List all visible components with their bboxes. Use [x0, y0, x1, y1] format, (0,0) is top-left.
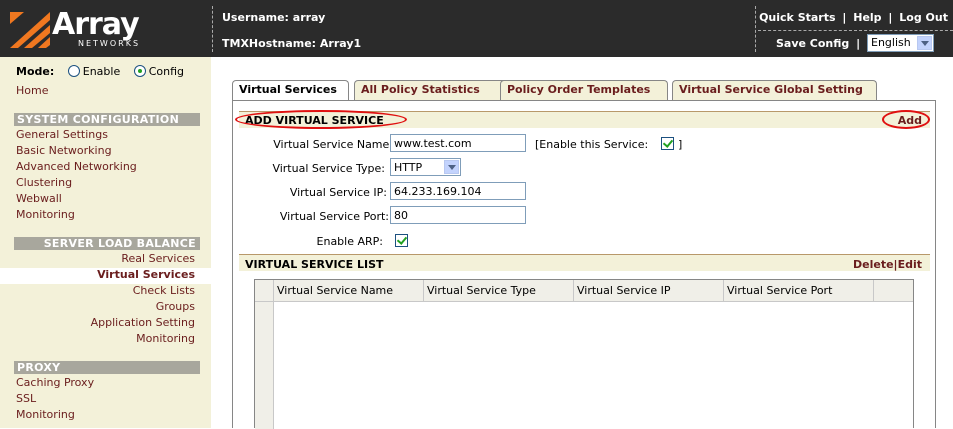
header-dashed-divider — [758, 30, 953, 31]
header-divider — [212, 6, 213, 52]
link-separator: | — [856, 37, 861, 50]
virtual-service-port-input[interactable]: 80 — [390, 206, 526, 224]
sidebar-item-ssl[interactable]: SSL — [16, 392, 36, 405]
header-links: Quick Starts | Help | Log Out — [759, 11, 948, 24]
language-value: English — [871, 36, 911, 49]
sidebar-section-server-load-balance: SERVER LOAD BALANCE — [14, 237, 200, 250]
language-select[interactable]: English — [867, 34, 934, 52]
sidebar-item-check-lists[interactable]: Check Lists — [133, 284, 195, 297]
sidebar-item-home[interactable]: Home — [16, 84, 48, 97]
help-link[interactable]: Help — [853, 11, 881, 24]
sidebar-item-slb-monitoring[interactable]: Monitoring — [136, 332, 195, 345]
mode-selector: Mode: Enable Config — [16, 65, 184, 78]
sidebar-item-caching-proxy[interactable]: Caching Proxy — [16, 376, 94, 389]
virtual-service-type-select[interactable]: HTTP — [390, 158, 461, 176]
enable-arp-label: Enable ARP: — [316, 235, 383, 248]
logo-brand-subtext: NETWORKS — [78, 39, 141, 48]
table-corner — [255, 280, 274, 302]
sidebar-section-proxy: PROXY — [14, 361, 200, 374]
quick-starts-link[interactable]: Quick Starts — [759, 11, 835, 24]
sidebar-item-advanced-networking[interactable]: Advanced Networking — [16, 160, 137, 173]
list-actions: Delete|Edit — [853, 258, 922, 271]
tab-virtual-service-global-setting[interactable]: Virtual Service Global Setting — [672, 80, 877, 100]
table-header: Virtual Service Name Virtual Service Typ… — [255, 280, 913, 302]
virtual-service-name-input[interactable]: www.test.com — [390, 134, 526, 152]
logout-link[interactable]: Log Out — [899, 11, 948, 24]
highlight-ring-add-button — [882, 110, 930, 129]
sidebar-item-webwall[interactable]: Webwall — [16, 192, 62, 205]
sidebar-item-clustering[interactable]: Clustering — [16, 176, 72, 189]
enable-arp-checkbox[interactable] — [395, 234, 408, 247]
header-divider-right — [755, 6, 756, 52]
mode-config-label[interactable]: Config — [149, 65, 184, 78]
username-label: Username: array — [222, 11, 326, 24]
mode-label: Mode: — [16, 65, 55, 78]
mode-enable-radio[interactable] — [67, 65, 80, 77]
sidebar-item-monitoring[interactable]: Monitoring — [16, 208, 75, 221]
sidebar-item-groups[interactable]: Groups — [156, 300, 195, 313]
virtual-service-ip-input[interactable]: 64.233.169.104 — [390, 182, 526, 200]
mode-enable-label[interactable]: Enable — [83, 65, 120, 78]
column-header-virtual-service-type[interactable]: Virtual Service Type — [424, 280, 574, 302]
tab-virtual-services[interactable]: Virtual Services — [232, 80, 349, 101]
mode-config-radio[interactable] — [133, 65, 146, 77]
logo-mark-icon — [10, 12, 50, 48]
sidebar: Mode: Enable Config Home SYSTEM CONFIGUR… — [0, 57, 211, 428]
virtual-service-ip-label: Virtual Service IP: — [289, 186, 387, 199]
highlight-ring-add-title — [235, 110, 407, 129]
sidebar-item-real-services[interactable]: Real Services — [121, 252, 195, 265]
sidebar-item-proxy-monitoring[interactable]: Monitoring — [16, 408, 75, 421]
save-config-label[interactable]: Save Config — [776, 37, 849, 50]
save-config-link[interactable]: Save Config | — [776, 37, 860, 50]
delete-button[interactable]: Delete — [853, 258, 894, 271]
chevron-down-icon[interactable] — [917, 36, 932, 50]
edit-button[interactable]: Edit — [898, 258, 922, 271]
sidebar-item-virtual-services[interactable]: Virtual Services — [97, 268, 195, 281]
enable-service-checkbox[interactable] — [661, 137, 674, 150]
virtual-service-list-title: VIRTUAL SERVICE LIST — [245, 258, 384, 271]
sidebar-item-basic-networking[interactable]: Basic Networking — [16, 144, 112, 157]
link-separator: | — [888, 11, 893, 24]
hostname-label: TMXHostname: Array1 — [222, 37, 362, 50]
enable-service-label: [Enable this Service: — [535, 138, 649, 151]
top-header: Array NETWORKS Username: array TMXHostna… — [0, 0, 953, 57]
virtual-service-type-value: HTTP — [394, 161, 423, 174]
sidebar-section-system-configuration: SYSTEM CONFIGURATION — [14, 113, 200, 126]
sidebar-item-application-setting[interactable]: Application Setting — [91, 316, 195, 329]
chevron-down-icon[interactable] — [444, 160, 459, 174]
array-networks-logo: Array NETWORKS — [8, 8, 208, 52]
virtual-service-list-header: VIRTUAL SERVICE LIST Delete|Edit — [239, 254, 930, 271]
column-header-virtual-service-port[interactable]: Virtual Service Port — [724, 280, 874, 302]
virtual-service-port-label: Virtual Service Port: — [279, 210, 389, 223]
tab-policy-order-templates[interactable]: Policy Order Templates — [500, 80, 668, 100]
enable-service-bracket: ] — [678, 138, 683, 151]
virtual-service-name-label: Virtual Service Name: — [273, 138, 393, 151]
sidebar-item-general-settings[interactable]: General Settings — [16, 128, 108, 141]
link-separator: | — [842, 11, 847, 24]
column-header-virtual-service-name[interactable]: Virtual Service Name — [274, 280, 424, 302]
virtual-service-table: Virtual Service Name Virtual Service Typ… — [254, 279, 914, 429]
column-header-virtual-service-ip[interactable]: Virtual Service IP — [574, 280, 724, 302]
virtual-service-type-label: Virtual Service Type: — [272, 162, 385, 175]
row-header-column — [255, 302, 274, 429]
logo-brand-text: Array — [52, 7, 140, 42]
